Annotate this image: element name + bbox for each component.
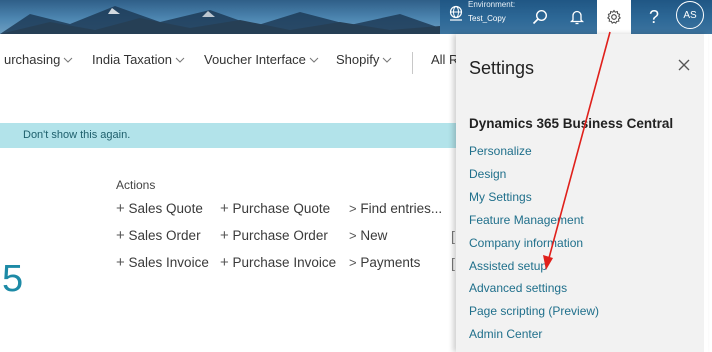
advanced-settings-link[interactable]: Advanced settings — [469, 281, 567, 295]
panel-title: Settings — [469, 58, 535, 78]
settings-button[interactable] — [597, 0, 631, 34]
new-purchase-quote-action[interactable]: + Purchase Quote — [220, 200, 330, 217]
action-label: Purchase Invoice — [232, 255, 337, 270]
plus-icon: + — [220, 200, 229, 217]
plus-icon: + — [220, 227, 229, 244]
new-sales-quote-action[interactable]: + Sales Quote — [116, 200, 203, 217]
plus-icon: + — [116, 200, 125, 217]
help-icon: ? — [648, 6, 659, 27]
nav-item-label: Voucher Interface — [204, 52, 306, 67]
nav-item-purchasing[interactable]: urchasing — [4, 52, 73, 67]
gear-icon — [607, 9, 621, 24]
admin-center-link[interactable]: Admin Center — [469, 327, 542, 341]
page-scripting-link[interactable]: Page scripting (Preview) — [469, 304, 599, 318]
plus-icon: + — [116, 254, 125, 271]
payments-link[interactable]: > Payments — [349, 255, 420, 270]
plus-icon: + — [220, 254, 229, 271]
assisted-setup-link[interactable]: Assisted setup — [469, 259, 547, 273]
nav-item-shopify[interactable]: Shopify — [336, 52, 392, 67]
chevron-down-icon — [309, 57, 319, 63]
chevron-right-icon: > — [349, 228, 357, 243]
nav-item-label: India Taxation — [92, 52, 172, 67]
find-entries-link[interactable]: > Find entries... — [349, 201, 442, 216]
settings-panel: Settings Dynamics 365 Business Central P… — [456, 34, 708, 352]
nav-item-voucher-interface[interactable]: Voucher Interface — [204, 52, 319, 67]
environment-icon[interactable] — [448, 5, 464, 23]
cue-tile-value[interactable]: 5 — [2, 258, 23, 301]
search-button[interactable] — [523, 0, 557, 34]
chevron-down-icon — [175, 57, 185, 63]
search-icon — [532, 9, 548, 25]
new-purchase-order-action[interactable]: + Purchase Order — [220, 227, 328, 244]
help-button[interactable]: ? — [637, 0, 671, 34]
user-avatar[interactable]: AS — [676, 1, 704, 29]
action-label: Purchase Order — [232, 228, 328, 243]
action-label: Sales Order — [128, 228, 201, 243]
chevron-right-icon: > — [349, 255, 357, 270]
nav-item-india-taxation[interactable]: India Taxation — [92, 52, 185, 67]
chevron-down-icon — [383, 57, 392, 63]
nav-item-label: Shopify — [336, 52, 380, 67]
nav-divider — [412, 52, 413, 74]
notifications-button[interactable] — [560, 0, 594, 34]
environment-label: Environment: — [468, 0, 516, 9]
bell-icon — [570, 10, 584, 25]
dont-show-again-link[interactable]: Don't show this again. — [23, 129, 130, 141]
truncated-bracket: [ — [451, 255, 455, 271]
company-information-link[interactable]: Company information — [469, 236, 583, 250]
action-label: Purchase Quote — [232, 201, 331, 216]
new-purchase-invoice-action[interactable]: + Purchase Invoice — [220, 254, 336, 271]
action-label: Payments — [360, 255, 421, 270]
business-central-page: Environment: Test_Copy ? AS urchasing In… — [0, 0, 712, 352]
action-label: Sales Quote — [128, 201, 203, 216]
action-label: New — [360, 228, 388, 243]
nav-item-all-reports[interactable]: All R — [431, 52, 458, 67]
feature-management-link[interactable]: Feature Management — [469, 213, 584, 227]
action-label: Find entries... — [360, 201, 443, 216]
new-menu-link[interactable]: > New — [349, 228, 387, 243]
environment-name[interactable]: Test_Copy — [468, 14, 506, 23]
new-sales-invoice-action[interactable]: + Sales Invoice — [116, 254, 209, 271]
nav-item-label: urchasing — [4, 52, 61, 67]
new-sales-order-action[interactable]: + Sales Order — [116, 227, 201, 244]
close-icon[interactable] — [674, 55, 694, 75]
notification-bar: Don't show this again. — [0, 123, 456, 148]
panel-section-heading: Dynamics 365 Business Central — [469, 116, 674, 131]
nav-item-label: All R — [431, 52, 459, 67]
design-link[interactable]: Design — [469, 167, 506, 181]
personalize-link[interactable]: Personalize — [469, 144, 532, 158]
my-settings-link[interactable]: My Settings — [469, 190, 532, 204]
chevron-right-icon: > — [349, 201, 357, 216]
action-label: Sales Invoice — [128, 255, 209, 270]
truncated-bracket: [ — [451, 228, 455, 244]
actions-heading: Actions — [116, 178, 156, 192]
plus-icon: + — [116, 227, 125, 244]
chevron-down-icon — [64, 57, 73, 63]
